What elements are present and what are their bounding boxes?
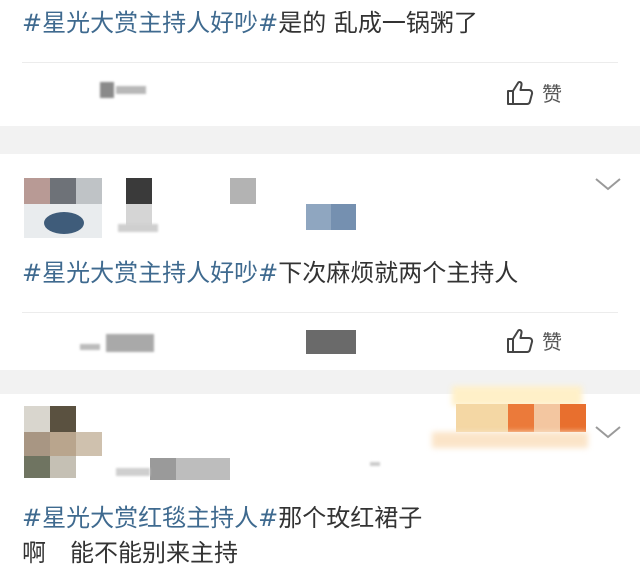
like-label: 赞: [542, 330, 562, 354]
thumbs-up-icon: [506, 80, 534, 106]
hashtag-link[interactable]: #星光大赏主持人好吵#: [22, 259, 278, 287]
avatar[interactable]: [24, 406, 104, 478]
hashtag-link[interactable]: #星光大赏红毯主持人#: [22, 504, 278, 532]
blurred-meta: [306, 330, 356, 354]
blurred-badge: [432, 386, 588, 452]
post-body: 是的 乱成一锅粥了: [278, 9, 478, 37]
blurred-meta: [118, 224, 158, 232]
post-3-text-line2: 啊 能不能别来主持: [22, 539, 238, 567]
blurred-username: [150, 458, 232, 480]
chevron-down-icon[interactable]: [594, 424, 622, 444]
divider: [22, 312, 618, 313]
blurred-meta: [100, 80, 148, 100]
avatar[interactable]: [24, 178, 104, 238]
divider: [22, 62, 618, 63]
post-2-text: #星光大赏主持人好吵#下次麻烦就两个主持人: [22, 258, 518, 288]
post-3-text: #星光大赏红毯主持人#那个玫红裙子: [22, 503, 422, 533]
blurred-username: [230, 178, 256, 204]
thumbs-up-icon: [506, 328, 534, 354]
chevron-down-icon[interactable]: [594, 176, 622, 196]
like-button[interactable]: 赞: [506, 78, 562, 107]
post-separator: [0, 126, 640, 154]
blurred-meta: [116, 468, 150, 476]
blurred-badge: [306, 204, 356, 230]
blurred-meta: [80, 334, 154, 354]
like-button[interactable]: 赞: [506, 326, 562, 355]
post-body: 那个玫红裙子: [278, 504, 423, 532]
hashtag-link[interactable]: #星光大赏主持人好吵#: [22, 9, 278, 37]
like-label: 赞: [542, 82, 562, 106]
blurred-username: [126, 178, 154, 228]
post-1-text: #星光大赏主持人好吵#是的 乱成一锅粥了: [22, 8, 478, 38]
blurred-meta: [370, 462, 380, 466]
post-body: 下次麻烦就两个主持人: [278, 259, 519, 287]
